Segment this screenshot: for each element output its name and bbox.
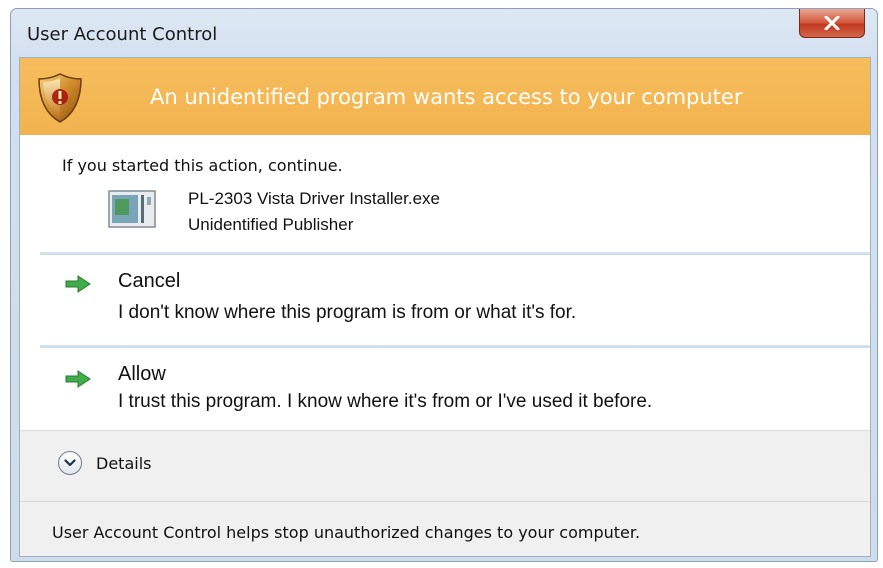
shield-warning-icon [38, 73, 82, 123]
program-name: PL-2303 Vista Driver Installer.exe [188, 189, 440, 208]
green-arrow-icon [65, 370, 91, 388]
uac-dialog: User Account Control An unidentified pro… [10, 8, 878, 562]
footer-divider [20, 501, 870, 502]
footer-text: User Account Control helps stop unauthor… [52, 523, 641, 542]
dialog-content: An unidentified program wants access to … [19, 57, 871, 557]
green-arrow-icon [65, 275, 91, 293]
close-button[interactable] [799, 9, 865, 38]
intro-text: If you started this action, continue. [62, 156, 343, 175]
title-bar: User Account Control [11, 9, 877, 61]
divider [40, 345, 870, 348]
divider [40, 252, 870, 255]
program-publisher: Unidentified Publisher [188, 215, 354, 234]
application-icon [108, 190, 156, 228]
cancel-option[interactable]: Cancel I don't know where this program i… [20, 258, 870, 342]
banner-message: An unidentified program wants access to … [150, 85, 743, 109]
cancel-option-description: I don't know where this program is from … [118, 302, 577, 323]
details-button[interactable]: Details [52, 451, 192, 481]
details-area: Details User Account Control helps stop … [20, 430, 870, 556]
allow-option[interactable]: Allow I trust this program. I know where… [20, 351, 870, 427]
allow-option-title: Allow [118, 363, 166, 385]
cancel-option-title: Cancel [118, 270, 181, 292]
close-x-icon [824, 16, 840, 30]
window-title: User Account Control [27, 24, 218, 45]
allow-option-description: I trust this program. I know where it's … [118, 391, 653, 412]
chevron-down-icon [58, 451, 82, 475]
warning-banner: An unidentified program wants access to … [20, 58, 870, 135]
details-label: Details [96, 454, 152, 473]
